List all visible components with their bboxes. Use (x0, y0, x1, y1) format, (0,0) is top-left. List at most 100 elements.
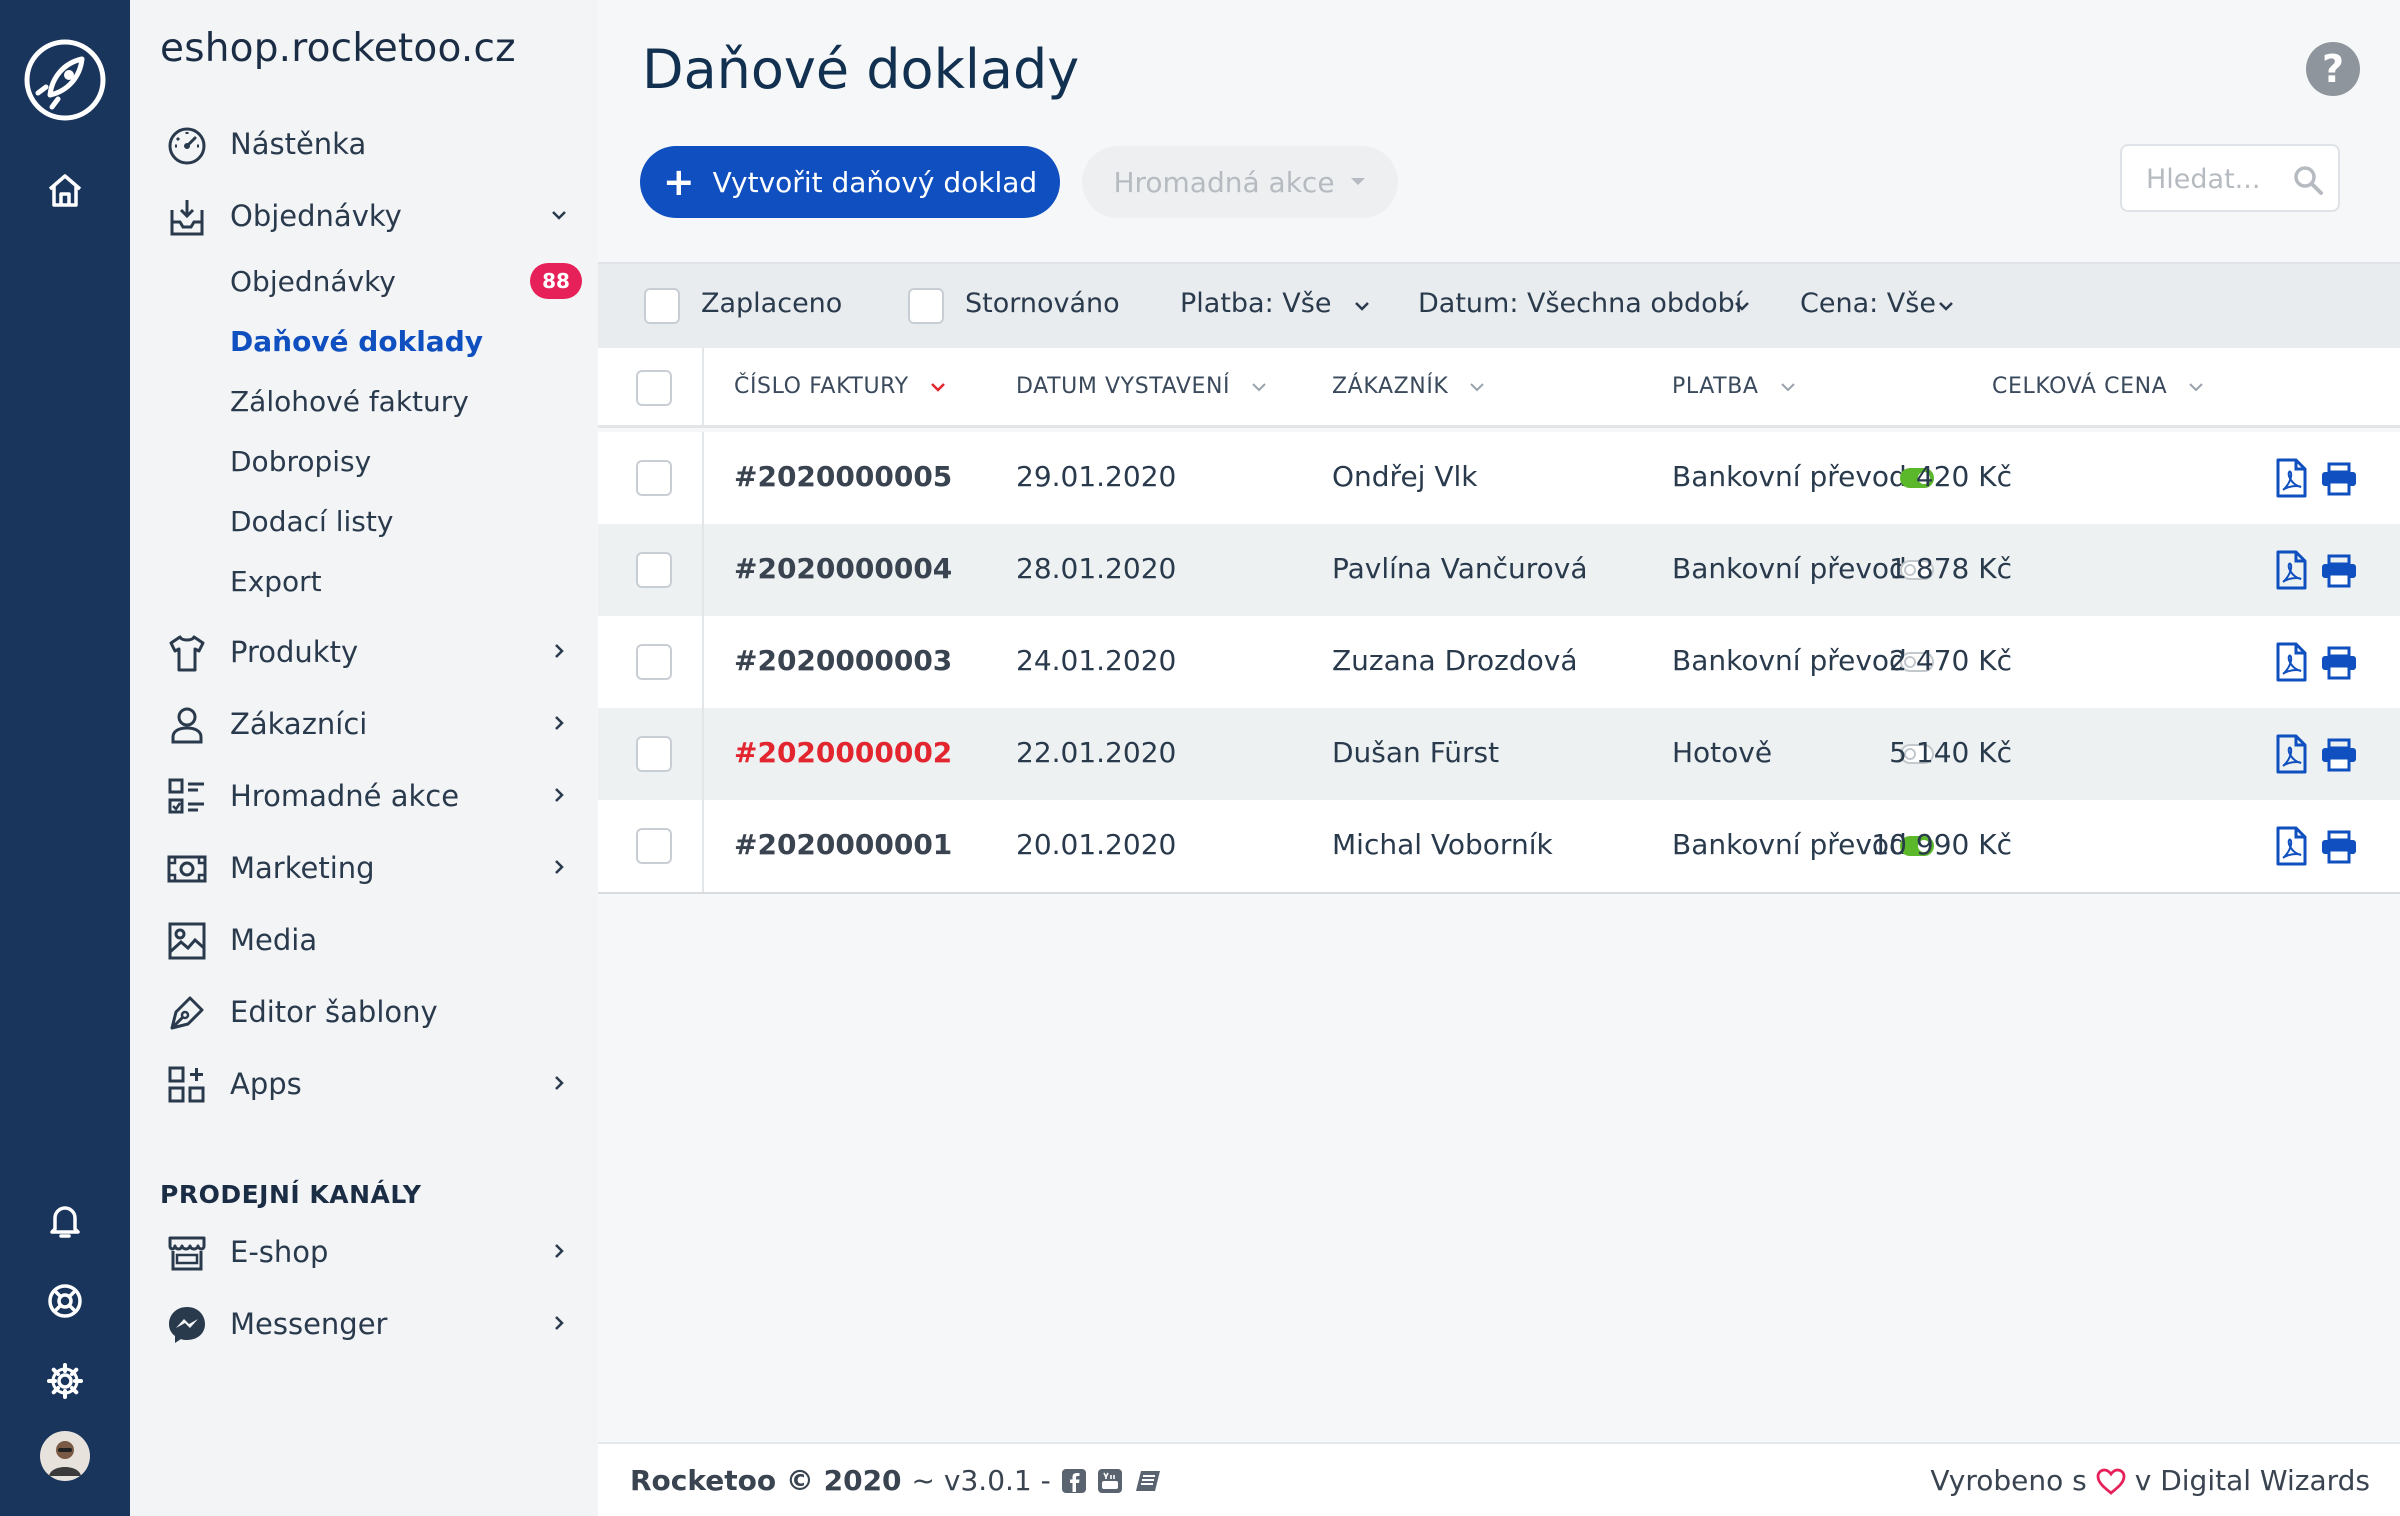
heart-icon (2096, 1468, 2126, 1495)
table-row[interactable]: #2020000005 29.01.2020 Ondřej Vlk Bankov… (598, 432, 2400, 524)
pdf-icon[interactable] (2274, 826, 2308, 866)
sort-chevron-icon (930, 382, 945, 392)
image-icon (168, 922, 206, 960)
sidebar-item-eshop[interactable]: E-shop (130, 1220, 598, 1284)
sidebar-item-media[interactable]: Media (130, 908, 598, 972)
search-icon[interactable] (2292, 164, 2324, 196)
total-price: 420 Kč (1915, 460, 2012, 493)
select-all-checkbox[interactable] (636, 370, 672, 406)
col-payment[interactable]: PLATBA (1672, 374, 1797, 399)
paid-filter-label[interactable]: Zaplaceno (701, 288, 842, 319)
search-input[interactable] (2146, 160, 2276, 198)
sidebar-subitem-export[interactable]: Export (230, 565, 322, 598)
plus-icon: + (662, 160, 695, 204)
table-row[interactable]: #2020000004 28.01.2020 Pavlína Vančurová… (598, 524, 2400, 616)
chevron-down-icon[interactable] (1352, 298, 1372, 314)
facebook-icon[interactable] (1061, 1468, 1087, 1494)
total-price: 2 470 Kč (1889, 644, 2012, 677)
sidebar-item-marketing[interactable]: Marketing (130, 836, 598, 900)
main-content: Daňové doklady ? + Vytvořit daňový dokla… (598, 0, 2400, 1516)
issue-date: 29.01.2020 (1016, 460, 1177, 493)
pdf-icon[interactable] (2274, 458, 2308, 498)
sidebar-item-label: Messenger (230, 1307, 388, 1341)
sidebar-item-label: Objednávky (230, 199, 402, 233)
sidebar-item-label: Hromadné akce (230, 779, 460, 813)
printer-icon[interactable] (2320, 646, 2358, 680)
paid-filter-checkbox[interactable] (644, 288, 680, 324)
printer-icon[interactable] (2320, 830, 2358, 864)
printer-icon[interactable] (2320, 462, 2358, 496)
col-issue-date[interactable]: DATUM VYSTAVENÍ (1016, 374, 1268, 399)
table-row[interactable]: #2020000001 20.01.2020 Michal Voborník B… (598, 800, 2400, 892)
storefront-icon (168, 1236, 206, 1271)
sidebar-item-dashboard[interactable]: Nástěnka (130, 112, 598, 176)
table-row[interactable]: #2020000002 22.01.2020 Dušan Fürst Hotov… (598, 708, 2400, 800)
sidebar-subitem-delivery-notes[interactable]: Dodací listy (230, 505, 393, 538)
sidebar-item-customers[interactable]: Zákazníci (130, 692, 598, 756)
row-checkbox[interactable] (636, 644, 672, 680)
table-header: ČÍSLO FAKTURY DATUM VYSTAVENÍ ZÁKAZNÍK P… (598, 348, 2400, 428)
pdf-icon[interactable] (2274, 550, 2308, 590)
invoice-number[interactable]: #2020000001 (734, 828, 952, 861)
filter-bar: Zaplaceno Stornováno Platba: Vše Datum: … (598, 262, 2400, 348)
col-customer[interactable]: ZÁKAZNÍK (1332, 374, 1486, 399)
invoice-number[interactable]: #2020000004 (734, 552, 952, 585)
orders-count-badge: 88 (530, 263, 582, 299)
sort-chevron-icon (1780, 382, 1795, 391)
sidebar-item-products[interactable]: Produkty (130, 620, 598, 684)
sort-chevron-icon (1470, 382, 1485, 391)
footer-right: Vyrobeno s v Digital Wizards (1930, 1464, 2370, 1497)
book-icon[interactable] (1133, 1468, 1163, 1494)
invoice-number[interactable]: #2020000005 (734, 460, 952, 493)
col-total-price[interactable]: CELKOVÁ CENA (1992, 374, 2205, 399)
column-divider (702, 348, 704, 425)
gear-icon[interactable] (0, 1356, 130, 1406)
bell-icon[interactable] (0, 1196, 130, 1246)
cancelled-filter-label[interactable]: Stornováno (965, 288, 1120, 319)
youtube-icon[interactable] (1097, 1468, 1123, 1494)
footer-made-prefix: Vyrobeno s (1930, 1464, 2087, 1497)
sidebar-item-messenger[interactable]: Messenger (130, 1292, 598, 1356)
row-checkbox[interactable] (636, 460, 672, 496)
col-invoice-number[interactable]: ČÍSLO FAKTURY (734, 374, 947, 399)
sidebar-subitem-tax-documents[interactable]: Daňové doklady (230, 325, 483, 358)
chevron-down-icon[interactable] (1936, 298, 1956, 314)
help-icon[interactable]: ? (2306, 42, 2360, 96)
chevron-down-icon[interactable] (1732, 298, 1752, 314)
sidebar-subitem-orders[interactable]: Objednávky (230, 265, 396, 298)
pdf-icon[interactable] (2274, 734, 2308, 774)
row-checkbox[interactable] (636, 552, 672, 588)
store-name[interactable]: eshop.rocketoo.cz (160, 26, 516, 71)
sidebar-item-apps[interactable]: Apps (130, 1052, 598, 1116)
sidebar-item-template-editor[interactable]: Editor šablony (130, 980, 598, 1044)
sidebar-subitem-credit-notes[interactable]: Dobropisy (230, 445, 371, 478)
table-row[interactable]: #2020000003 24.01.2020 Zuzana Drozdová B… (598, 616, 2400, 708)
footer-left: Rocketoo © 2020 ~ v3.0.1 - (630, 1464, 1163, 1497)
search-box[interactable] (2120, 144, 2340, 212)
printer-icon[interactable] (2320, 738, 2358, 772)
payment-filter-dropdown[interactable]: Platba: Vše (1180, 288, 1331, 319)
row-checkbox[interactable] (636, 828, 672, 864)
invoice-number[interactable]: #2020000003 (734, 644, 952, 677)
price-filter-dropdown[interactable]: Cena: Vše (1800, 288, 1936, 319)
home-icon[interactable] (0, 160, 130, 220)
rocket-logo-icon[interactable] (0, 30, 130, 130)
chevron-down-icon (552, 211, 566, 220)
col-label: ZÁKAZNÍK (1332, 374, 1449, 399)
cancelled-filter-checkbox[interactable] (908, 288, 944, 324)
pdf-icon[interactable] (2274, 642, 2308, 682)
row-checkbox[interactable] (636, 736, 672, 772)
col-label: CELKOVÁ CENA (1992, 374, 2168, 399)
bulk-action-button[interactable]: Hromadná akce (1082, 146, 1398, 218)
chevron-right-icon (555, 716, 564, 730)
invoice-number[interactable]: #2020000002 (734, 736, 952, 769)
sidebar-item-label: Editor šablony (230, 995, 438, 1029)
date-filter-dropdown[interactable]: Datum: Všechna období (1418, 288, 1742, 319)
sidebar-item-bulk-actions[interactable]: Hromadné akce (130, 764, 598, 828)
create-tax-document-button[interactable]: + Vytvořit daňový doklad (640, 146, 1060, 218)
avatar[interactable] (0, 1428, 130, 1484)
printer-icon[interactable] (2320, 554, 2358, 588)
sidebar-subitem-proforma[interactable]: Zálohové faktury (230, 385, 469, 418)
lifebuoy-icon[interactable] (0, 1276, 130, 1326)
sidebar-item-orders[interactable]: Objednávky (130, 184, 598, 248)
